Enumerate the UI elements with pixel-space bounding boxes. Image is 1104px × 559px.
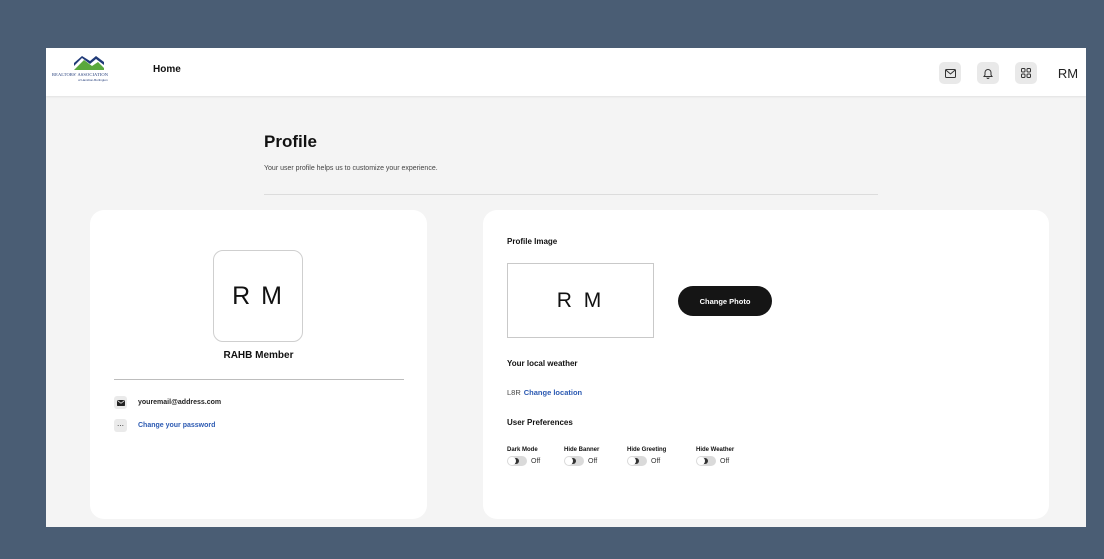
pref-dark-mode: Dark Mode Off [507, 447, 540, 466]
apps-button[interactable] [1015, 62, 1037, 84]
nav-home-link[interactable]: Home [153, 64, 181, 75]
postal-code: L8R [507, 388, 521, 397]
more-icon: ⋯ [114, 419, 127, 432]
email-row: youremail@address.com [114, 396, 221, 409]
pref-hide-greeting: Hide Greeting Off [627, 447, 666, 466]
pref-hide-weather: Hide Weather Off [696, 447, 734, 466]
dark-mode-toggle[interactable] [507, 456, 527, 466]
logo-subtext: of Hamilton-Burlington [78, 78, 108, 82]
mail-icon [944, 68, 956, 78]
logo-text: REALTORS' ASSOCIATION [52, 72, 109, 77]
location-line: L8R Change location [507, 388, 582, 397]
toggle-state: Off [588, 457, 598, 465]
profile-summary-card: R M RAHB Member youremail@address.com ⋯ … [90, 210, 427, 519]
mail-button[interactable] [939, 62, 961, 84]
bell-icon [983, 68, 993, 79]
apps-icon [1021, 68, 1031, 78]
user-avatar[interactable]: RM [1054, 62, 1082, 84]
toggle-state: Off [531, 457, 541, 465]
member-name: RAHB Member [223, 350, 294, 361]
pref-label: Hide Weather [696, 447, 735, 453]
hide-greeting-toggle[interactable] [627, 456, 647, 466]
card-divider [114, 379, 404, 380]
profile-settings-card: Profile Image R M Change Photo Your loca… [483, 210, 1049, 519]
profile-image-label: Profile Image [507, 237, 558, 246]
toggle-state: Off [651, 457, 661, 465]
association-logo[interactable]: REALTORS' ASSOCIATION of Hamilton-Burlin… [52, 56, 130, 86]
preferences-label: User Preferences [507, 418, 573, 427]
pref-label: Dark Mode [507, 447, 538, 453]
email-icon [114, 396, 127, 409]
change-photo-button[interactable]: Change Photo [678, 286, 772, 316]
change-location-link[interactable]: Change location [524, 388, 582, 397]
toggle-state: Off [720, 457, 730, 465]
pref-label: Hide Greeting [627, 447, 667, 453]
page-title: Profile [264, 132, 317, 151]
pref-label: Hide Banner [564, 447, 600, 453]
top-bar: REALTORS' ASSOCIATION of Hamilton-Burlin… [46, 48, 1086, 96]
pref-hide-banner: Hide Banner Off [564, 447, 599, 466]
email-text: youremail@address.com [138, 399, 222, 406]
profile-image-preview: R M [507, 263, 654, 338]
hide-weather-toggle[interactable] [696, 456, 716, 466]
title-divider [264, 194, 878, 195]
profile-avatar: R M [213, 250, 303, 342]
app-window: REALTORS' ASSOCIATION of Hamilton-Burlin… [46, 48, 1086, 527]
weather-label: Your local weather [507, 359, 578, 368]
page-subtitle: Your user profile helps us to customize … [264, 165, 438, 172]
change-password-link[interactable]: Change your password [138, 422, 215, 429]
password-row: ⋯ Change your password [114, 419, 215, 432]
notifications-button[interactable] [977, 62, 999, 84]
hide-banner-toggle[interactable] [564, 456, 584, 466]
